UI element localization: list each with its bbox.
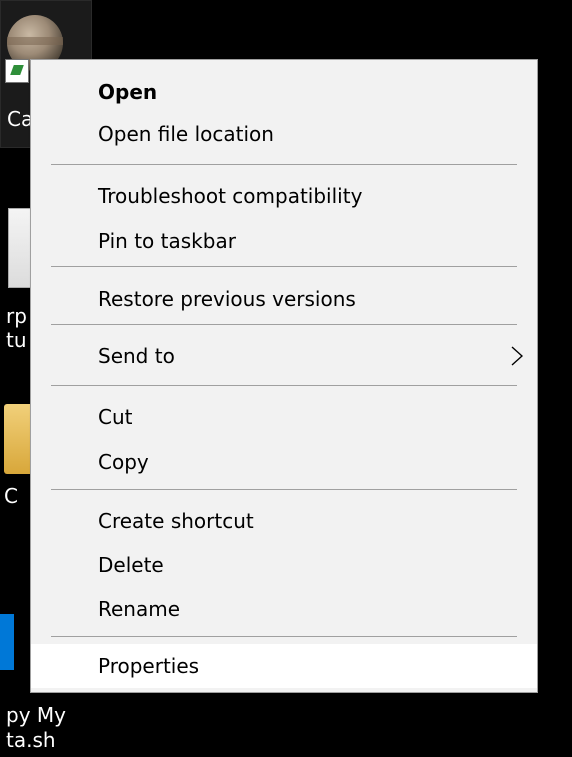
menu-item-label: Create shortcut xyxy=(98,509,254,533)
menu-separator xyxy=(51,636,517,637)
menu-item-rename[interactable]: Rename xyxy=(31,587,537,631)
menu-item-properties[interactable]: Properties xyxy=(31,644,537,688)
menu-item-label: Delete xyxy=(98,553,164,577)
menu-item-label: Troubleshoot compatibility xyxy=(98,184,363,208)
menu-separator xyxy=(51,385,517,386)
menu-item-open[interactable]: Open xyxy=(31,70,537,114)
shortcut-overlay-icon xyxy=(5,59,29,83)
menu-item-restore-previous-versions[interactable]: Restore previous versions xyxy=(31,277,537,321)
chevron-right-icon xyxy=(511,346,523,366)
menu-item-label: Properties xyxy=(98,654,200,678)
menu-item-label: Rename xyxy=(98,597,181,621)
menu-item-create-shortcut[interactable]: Create shortcut xyxy=(31,499,537,543)
menu-item-label: Open xyxy=(98,80,158,104)
menu-item-label: Restore previous versions xyxy=(98,287,356,311)
context-menu: Open Open file location Troubleshoot com… xyxy=(30,59,538,693)
desktop-icon-label: C xyxy=(4,484,18,508)
menu-item-open-file-location[interactable]: Open file location xyxy=(31,112,537,156)
menu-item-label: Copy xyxy=(98,450,149,474)
selection-highlight xyxy=(0,614,14,670)
menu-item-label: Send to xyxy=(98,344,175,368)
menu-item-label: Cut xyxy=(98,405,133,429)
planet-band xyxy=(7,37,63,45)
menu-item-label: Pin to taskbar xyxy=(98,229,236,253)
menu-item-cut[interactable]: Cut xyxy=(31,395,537,439)
menu-item-delete[interactable]: Delete xyxy=(31,543,537,587)
menu-separator xyxy=(51,164,517,165)
desktop-icon-label: py My xyxy=(6,703,66,727)
desktop-icon-label: ta.sh xyxy=(6,728,56,752)
menu-item-send-to[interactable]: Send to xyxy=(31,334,537,378)
menu-item-pin-to-taskbar[interactable]: Pin to taskbar xyxy=(31,219,537,263)
menu-item-copy[interactable]: Copy xyxy=(31,440,537,484)
menu-item-label: Open file location xyxy=(98,122,274,146)
desktop: Ca rp tu C py My ta.sh Open Open file lo… xyxy=(0,0,572,757)
desktop-icon-label: tu xyxy=(6,328,27,352)
menu-separator xyxy=(51,324,517,325)
menu-separator xyxy=(51,489,517,490)
desktop-icon-label: rp xyxy=(6,304,27,328)
menu-separator xyxy=(51,266,517,267)
menu-item-troubleshoot-compatibility[interactable]: Troubleshoot compatibility xyxy=(31,174,537,218)
